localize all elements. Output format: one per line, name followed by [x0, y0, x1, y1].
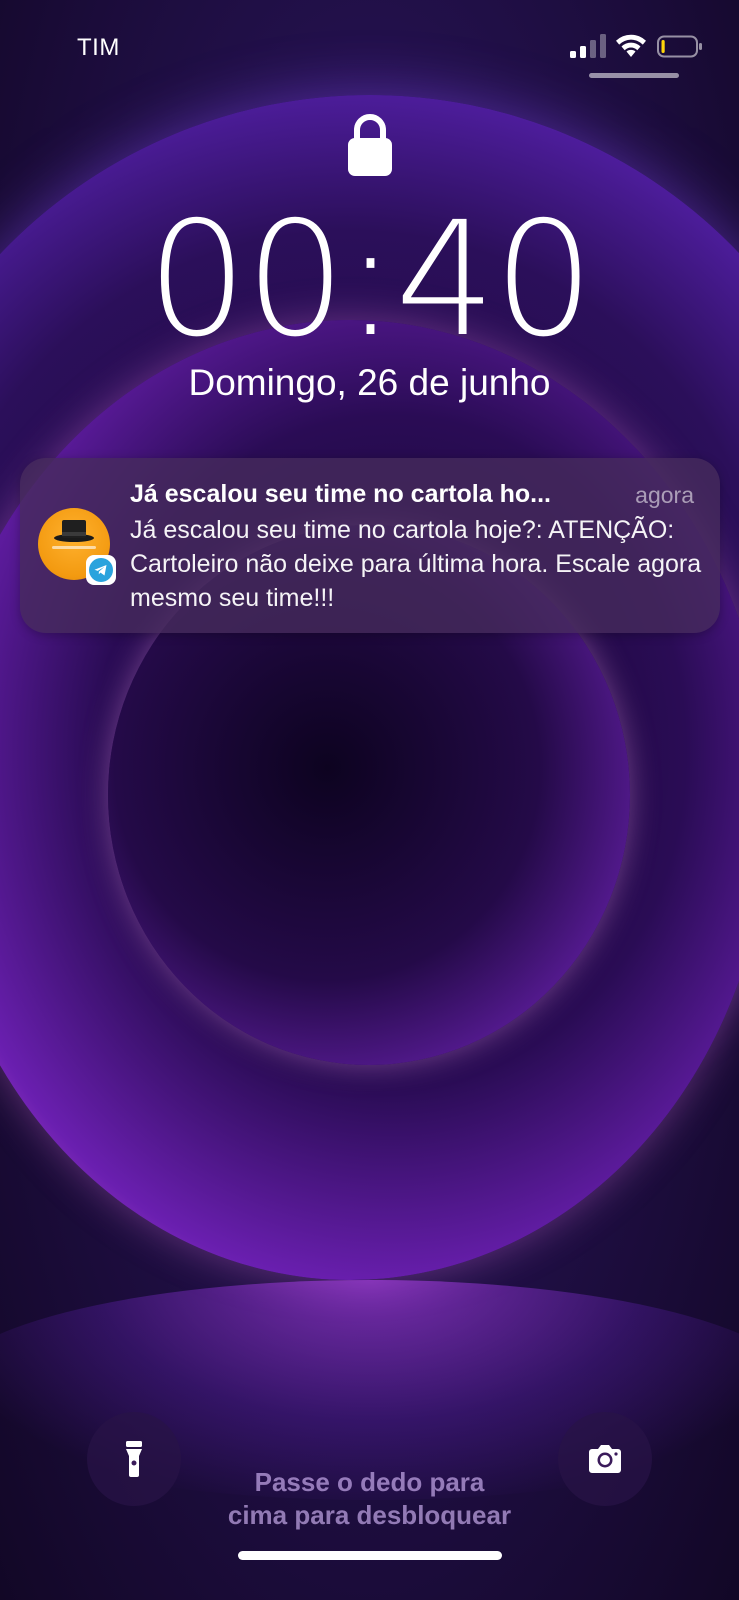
notification-time: agora	[635, 482, 694, 508]
unlock-hint: Passe o dedo para cima para desbloquear	[0, 1466, 739, 1532]
carrier-name: TIM	[77, 34, 120, 61]
notification-card[interactable]: Já escalou seu time no cartola ho... ago…	[20, 458, 720, 633]
lock-screen: TIM 00:40 Domingo, 26 de junho Já escalo…	[0, 0, 739, 1600]
wifi-icon	[616, 34, 646, 57]
battery-icon	[657, 35, 702, 58]
lock-screen-clock: 00:40	[146, 188, 594, 372]
control-center-grabber[interactable]	[589, 73, 679, 78]
notification-title: Já escalou seu time no cartola ho...	[130, 480, 551, 508]
lock-screen-date: Domingo, 26 de junho	[188, 362, 551, 403]
unlock-hint-line-2: cima para desbloquear	[227, 1500, 512, 1530]
unlock-hint-line-1: Passe o dedo para	[254, 1467, 485, 1497]
notification-body: Já escalou seu time no cartola hoje?: AT…	[130, 516, 702, 612]
home-indicator[interactable]	[238, 1551, 502, 1560]
lock-icon	[348, 114, 392, 176]
telegram-icon	[86, 555, 116, 585]
cellular-signal-icon	[570, 34, 606, 58]
